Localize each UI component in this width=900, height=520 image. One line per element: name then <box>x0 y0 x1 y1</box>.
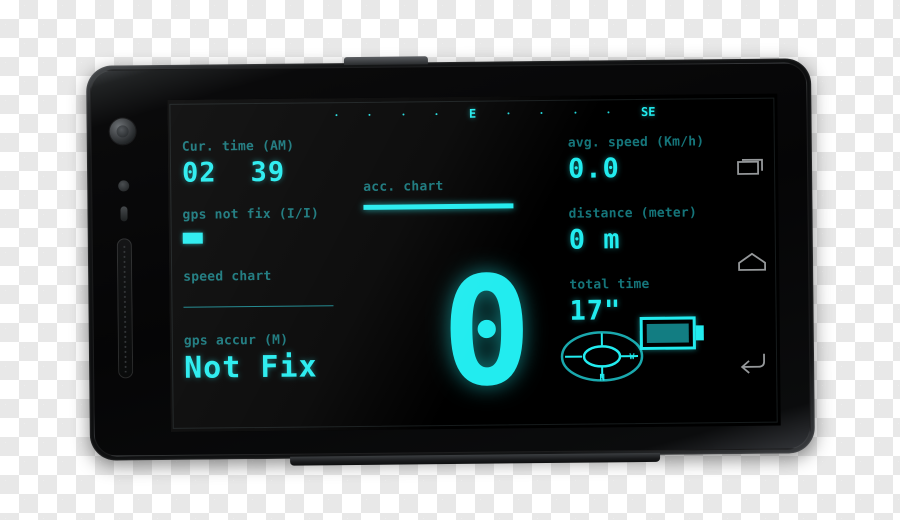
compass-tick-dot <box>368 113 371 116</box>
compass-rose-icon: N W <box>560 330 645 383</box>
phone-device: E SE Cur. time (AM) 02 39 gps not fix (I… <box>85 56 816 466</box>
notification-led-icon <box>120 206 128 222</box>
battery-icon <box>639 316 704 351</box>
phone-bezel: E SE Cur. time (AM) 02 39 gps not fix (I… <box>89 62 812 457</box>
device-bottom-edge <box>290 452 661 466</box>
left-metrics-column: Cur. time (AM) 02 39 gps not fix (I/I) s… <box>182 138 375 386</box>
svg-text:N: N <box>599 373 605 382</box>
speed-chart-plot <box>183 305 334 308</box>
gps-status-label: gps not fix (I/I) <box>182 206 320 223</box>
phone-screen[interactable]: E SE Cur. time (AM) 02 39 gps not fix (I… <box>167 93 781 432</box>
compass-tick-dot <box>607 111 610 114</box>
compass-tick-dot <box>335 114 338 117</box>
compass-label-southeast: SE <box>640 104 656 119</box>
back-icon[interactable] <box>736 344 770 378</box>
earpiece-speaker-grille <box>116 238 134 379</box>
canvas-backdrop: E SE Cur. time (AM) 02 39 gps not fix (I… <box>0 0 900 520</box>
camera-lens-icon <box>109 118 136 145</box>
gps-signal-bar <box>182 232 203 244</box>
cur-time-value-row: 02 39 <box>182 156 372 189</box>
recents-icon[interactable] <box>734 149 768 183</box>
compass-tick-dot <box>402 113 405 116</box>
proximity-sensor-icon <box>118 180 130 192</box>
power-button[interactable] <box>343 56 428 66</box>
svg-text:W: W <box>630 352 635 361</box>
current-speed-value: 0 <box>440 245 533 421</box>
home-icon[interactable] <box>735 246 769 280</box>
speed-chart-label: speed chart <box>183 268 272 285</box>
battery-terminal <box>695 325 704 341</box>
acc-chart-label: acc. chart <box>363 179 444 195</box>
gps-accuracy-value: Not Fix <box>183 349 318 386</box>
battery-fill-level <box>646 323 689 343</box>
compass-tick-dot <box>507 112 510 115</box>
compass-label-east: E <box>468 106 477 121</box>
center-column: acc. chart <box>363 178 573 210</box>
compass-tick-dot <box>435 113 438 116</box>
gps-accuracy-label: gps accur (M) <box>183 332 289 349</box>
cur-time-label: Cur. time (AM) <box>181 138 295 155</box>
compass-tick-dot <box>574 111 577 114</box>
cur-time-hours: 02 <box>181 157 217 189</box>
cur-time-minutes: 39 <box>250 156 286 189</box>
android-navigation-bar <box>717 94 778 427</box>
compass-tick-dot <box>540 112 543 115</box>
acc-chart-plot <box>363 203 514 210</box>
compass-heading-strip: E SE <box>335 101 655 126</box>
battery-body <box>639 316 696 351</box>
